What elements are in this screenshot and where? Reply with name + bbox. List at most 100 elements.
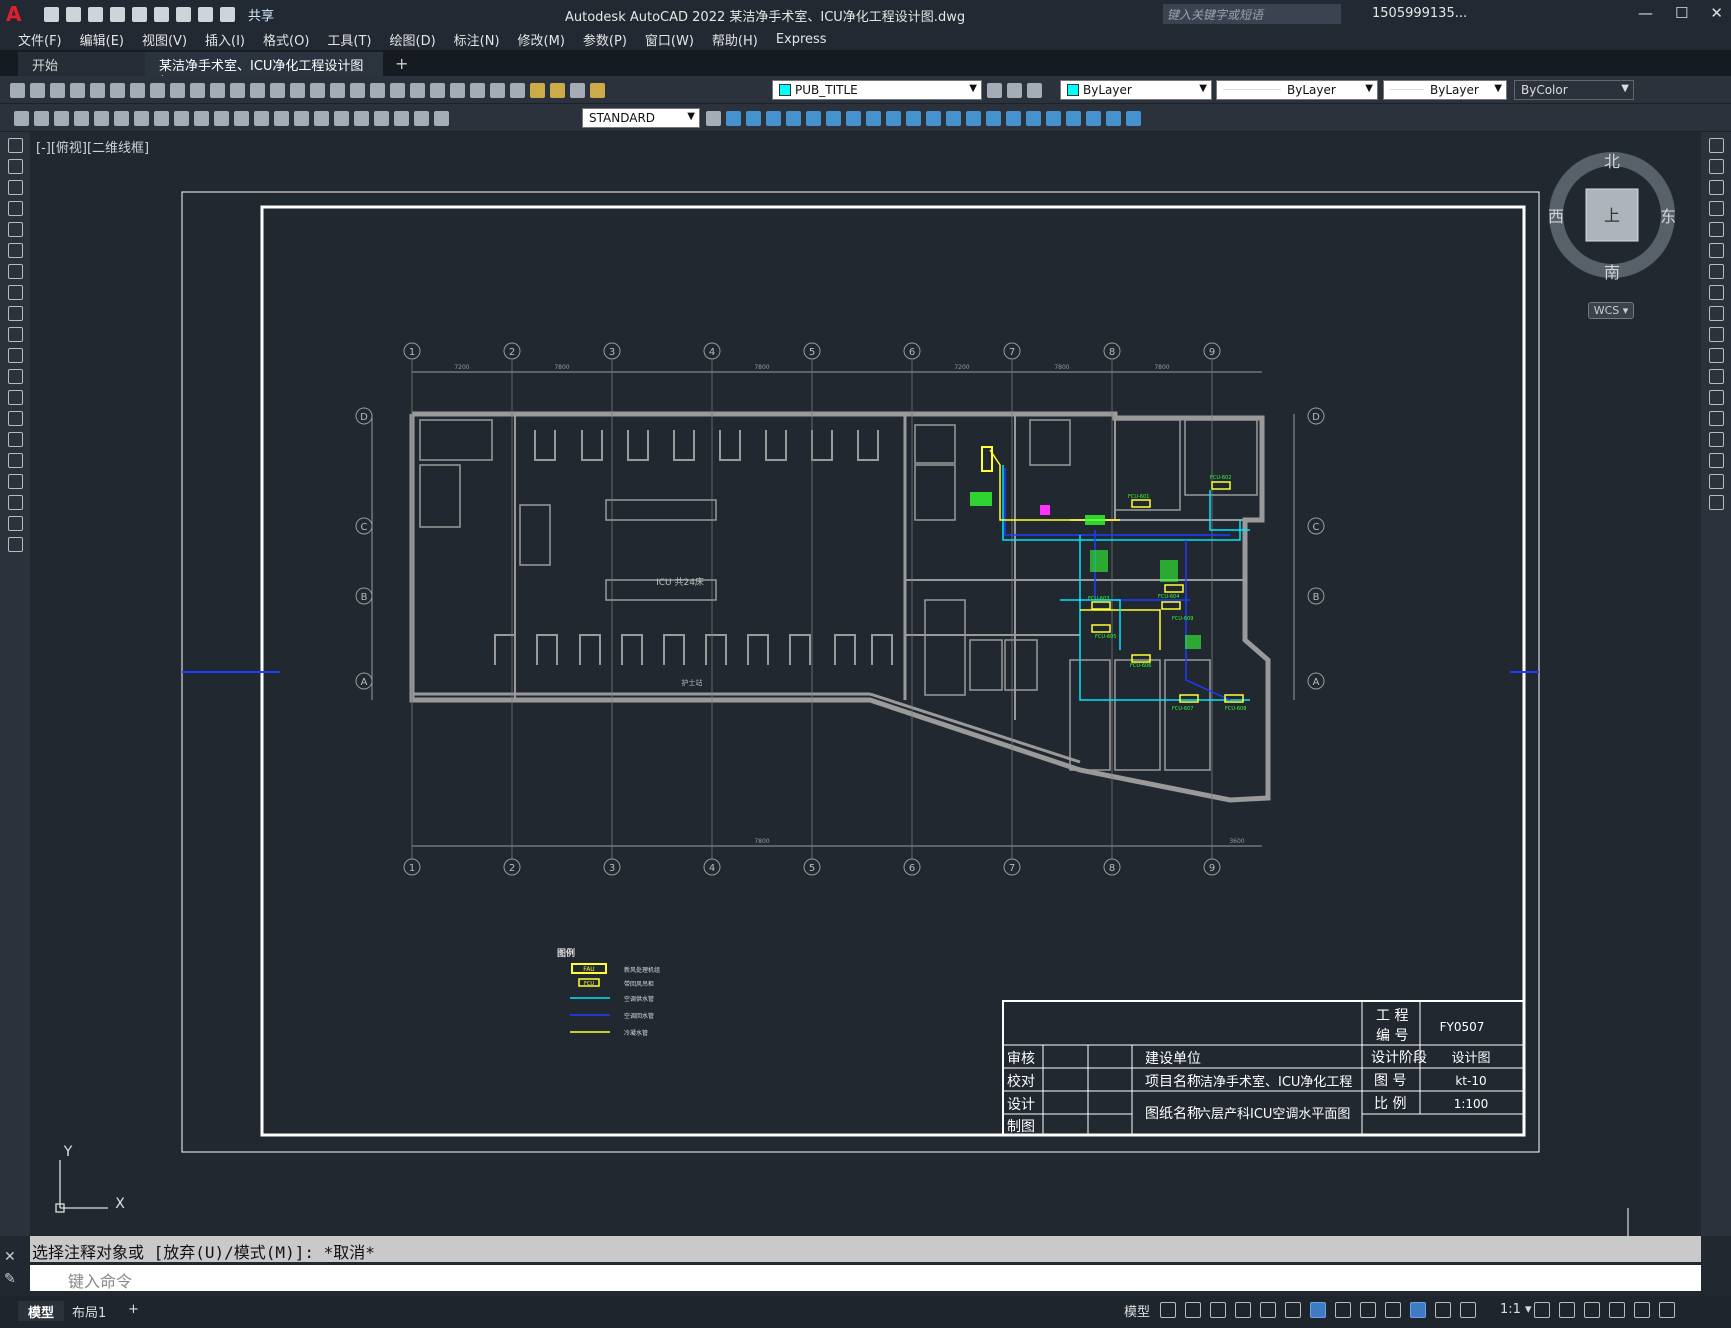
grid-labels-side: D C B A D C B A	[360, 412, 1320, 688]
fcu-label: FCU-601	[1128, 494, 1149, 500]
tab-model[interactable]: 模型	[18, 1301, 65, 1321]
grid-label: C	[361, 522, 368, 533]
tb-project-no-label-1: 工 程	[1376, 1008, 1408, 1024]
plus-icon[interactable]	[1559, 1302, 1575, 1318]
nurse-station	[605, 499, 717, 521]
lineweight-icon[interactable]	[1335, 1302, 1351, 1318]
grid-label: 9	[1209, 863, 1215, 874]
ortho-icon[interactable]	[1210, 1302, 1226, 1318]
command-input[interactable]: 键入命令	[30, 1265, 1701, 1291]
legend: 图例 FAU FCU 新风处理机组 带回风吊柜 空调供水管 空调回水管 冷凝水管	[557, 947, 660, 1037]
fcu-label: FCU-604	[1158, 594, 1179, 600]
legend-fau-tag: FAU	[583, 966, 594, 973]
annotation-visibility-icon[interactable]	[1410, 1302, 1426, 1318]
fcu-label: FCU-608	[1225, 706, 1246, 712]
grid-label: 2	[509, 863, 515, 874]
wcs-menu[interactable]: WCS ▾	[1588, 302, 1634, 319]
fcu-units	[981, 446, 1244, 703]
fcu-unit	[1161, 601, 1181, 610]
grid-label: B	[1313, 592, 1320, 603]
fcu-unit	[1131, 499, 1151, 508]
viewcube[interactable]: 上 北 南 东 西	[1548, 152, 1676, 282]
object-snap-tracking-icon[interactable]	[1285, 1302, 1301, 1318]
fcu-unit	[1131, 654, 1151, 663]
annotation-scale[interactable]: 1:1 ▾	[1500, 1302, 1532, 1317]
legend-label: 空调供水管	[624, 995, 654, 1003]
bed-row-bottom	[494, 634, 893, 665]
close-icon[interactable]: ✕	[4, 1246, 16, 1268]
grid-bubbles-side	[355, 407, 1325, 690]
grid-label: A	[361, 677, 368, 688]
grid-label: A	[1313, 677, 1320, 688]
compass-north[interactable]: 北	[1604, 152, 1620, 171]
add-layout-button[interactable]: +	[118, 1301, 149, 1321]
grid-label: 6	[909, 863, 915, 874]
selection-cycling-icon[interactable]	[1385, 1302, 1401, 1318]
status-bar: 模型 布局1 + 模型 1:1 ▾	[0, 1296, 1731, 1328]
grid-label: 3	[609, 863, 615, 874]
polar-icon[interactable]	[1235, 1302, 1251, 1318]
status-right-icons	[1534, 1302, 1675, 1318]
grid-label: 3	[609, 347, 615, 358]
clean-screen-icon[interactable]	[1634, 1302, 1650, 1318]
fcu-label: FCU-606	[1130, 663, 1151, 669]
customization-icon[interactable]	[1659, 1302, 1675, 1318]
paper-border	[181, 191, 1540, 1153]
tb-project-label: 项目名称	[1145, 1074, 1201, 1090]
room-label-nurse: 护士站	[682, 678, 703, 687]
legend-fcu-tag: FCU	[584, 981, 594, 987]
model-space-toggle[interactable]: 模型	[1124, 1301, 1150, 1320]
dim-text: 3600	[1229, 838, 1244, 845]
supply-pipe	[1002, 465, 1241, 541]
gear-icon[interactable]	[1534, 1302, 1550, 1318]
grid-label: 5	[809, 347, 815, 358]
compass-south[interactable]: 南	[1604, 263, 1620, 282]
room	[1184, 419, 1258, 496]
tb-project-name: 洁净手术室、ICU净化工程	[1200, 1074, 1352, 1090]
snap-icon[interactable]	[1185, 1302, 1201, 1318]
grid-label: 4	[709, 863, 715, 874]
isolate-objects-icon[interactable]	[1584, 1302, 1600, 1318]
tb-role-review: 审核	[1007, 1051, 1035, 1067]
grid-label: 9	[1209, 347, 1215, 358]
dim-text: 7800	[554, 364, 569, 371]
supply-pipe	[1060, 599, 1121, 650]
stair	[419, 419, 493, 461]
elevator	[419, 464, 461, 528]
grid-label: 1	[409, 863, 415, 874]
drawing-svg: 1 2 3 4 5 6 7 8 9 1 2 3 4 5 6 7 8 9 D C …	[55, 152, 1676, 1236]
grid-label: B	[361, 592, 368, 603]
tb-drawing-name: 六层产科ICU空调水平面图	[1198, 1107, 1350, 1122]
counter	[519, 504, 551, 566]
fcu-label: FCU-609	[1172, 616, 1193, 622]
tb-role-design: 设计	[1007, 1097, 1035, 1113]
dim-text: 7800	[1154, 364, 1169, 371]
compass-west[interactable]: 西	[1548, 207, 1564, 226]
grid-label: 4	[709, 347, 715, 358]
dim-text: 7800	[1054, 364, 1069, 371]
stair	[1029, 419, 1071, 466]
transparency-icon[interactable]	[1360, 1302, 1376, 1318]
fcu-unit	[1091, 601, 1111, 610]
annotation-scale-icon[interactable]	[1460, 1302, 1476, 1318]
auto-scale-icon[interactable]	[1435, 1302, 1451, 1318]
tab-layout1[interactable]: 布局1	[62, 1301, 116, 1321]
compass-east[interactable]: 东	[1660, 207, 1676, 226]
dim-text: 7200	[954, 364, 969, 371]
status-toggles	[1160, 1302, 1476, 1318]
title-block-text: 工 程 编 号 FY0507 设计阶段 设计图 图 号 kt-10 比 例 1:…	[1007, 1008, 1491, 1135]
grid-icon[interactable]	[1160, 1302, 1176, 1318]
hardware-acceleration-icon[interactable]	[1609, 1302, 1625, 1318]
tb-role-draft: 制图	[1007, 1119, 1035, 1135]
legend-title: 图例	[557, 947, 575, 959]
tb-drawing-no-label: 图 号	[1374, 1073, 1406, 1089]
frame-border	[260, 205, 1526, 1137]
grid-label: 8	[1109, 347, 1115, 358]
dimension-values: 7200 7800 7800 7200 7800 7800 7800 3600	[454, 364, 1244, 845]
grid-label: D	[1312, 412, 1320, 423]
object-snap-icon[interactable]	[1310, 1302, 1326, 1318]
wrench-icon[interactable]: ✎	[4, 1268, 16, 1290]
isodraft-icon[interactable]	[1260, 1302, 1276, 1318]
command-history: 选择注释对象或 [放弃(U)/模式(M)]: *取消*	[30, 1236, 1701, 1262]
tb-stage-label: 设计阶段	[1371, 1050, 1427, 1066]
